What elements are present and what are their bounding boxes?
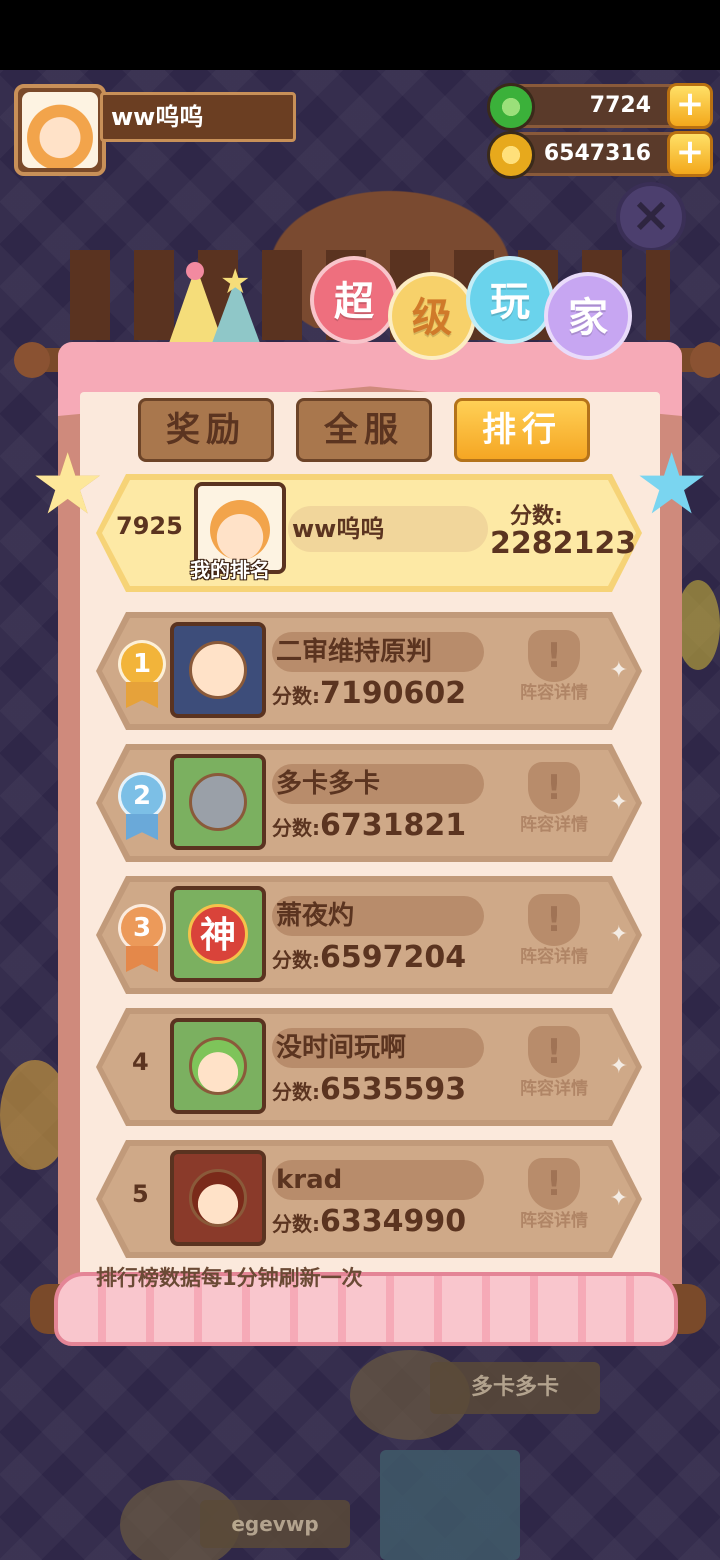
avatar-image — [189, 773, 247, 831]
add-gems-button[interactable]: + — [667, 83, 713, 129]
player-name: 萧夜灼 — [272, 896, 484, 936]
rank-number: 5 — [132, 1180, 149, 1208]
lineup-details-button[interactable]: ! 阵容详情 — [512, 630, 596, 710]
leaderboard-row: 3 神 萧夜灼 分数:6597204 ! 阵容详情 ✦ — [96, 876, 642, 994]
player-name: 多卡多卡 — [272, 764, 484, 804]
sparkle-icon: ✦ — [609, 1054, 628, 1079]
party-hat-pom — [186, 262, 204, 280]
sparkle-icon: ✦ — [609, 658, 628, 683]
score-line: 分数:6334990 — [272, 1204, 467, 1239]
player-avatar[interactable] — [170, 622, 266, 718]
rod-knob — [14, 342, 50, 378]
score-line: 分数:6597204 — [272, 940, 467, 975]
background-card — [380, 1450, 520, 1560]
title-char: 玩 — [466, 256, 554, 344]
exclamation-icon: ! — [528, 1026, 580, 1078]
avatar-image — [189, 641, 247, 699]
tab-ranking[interactable]: 排行 — [454, 398, 590, 462]
player-avatar[interactable] — [170, 1018, 266, 1114]
exclamation-icon: ! — [528, 894, 580, 946]
leaderboard-row: 5 krad 分数:6334990 ! 阵容详情 ✦ — [96, 1140, 642, 1258]
avatar-image — [22, 92, 98, 168]
tab-rewards[interactable]: 奖励 — [138, 398, 274, 462]
exclamation-icon: ! — [528, 630, 580, 682]
player-avatar[interactable] — [170, 754, 266, 850]
rod-knob — [690, 342, 720, 378]
close-icon[interactable]: × — [616, 182, 686, 252]
score-line: 分数:6731821 — [272, 808, 467, 843]
player-name: krad — [272, 1160, 484, 1200]
avatar-image — [189, 1037, 247, 1095]
sparkle-icon: ✦ — [609, 790, 628, 815]
star-icon: ★ — [634, 435, 710, 533]
leaderboard-row: 2 多卡多卡 分数:6731821 ! 阵容详情 ✦ — [96, 744, 642, 862]
leaderboard-row: 4 没时间玩啊 分数:6535593 ! 阵容详情 ✦ — [96, 1008, 642, 1126]
background-name-plate: 多卡多卡 — [430, 1362, 600, 1414]
player-avatar[interactable] — [14, 84, 106, 176]
player-name: ww呜呜 — [100, 92, 296, 142]
gem-counter: 7724 + — [487, 83, 713, 131]
lineup-details-button[interactable]: ! 阵容详情 — [512, 1026, 596, 1106]
my-rank-row: 7925 ww呜呜 我的排名 分数: 2282123 — [96, 474, 642, 592]
coin-icon — [487, 131, 535, 179]
sparkle-icon: ✦ — [609, 1186, 628, 1211]
status-bar — [0, 0, 720, 70]
my-rank-number: 7925 — [116, 512, 183, 540]
lineup-details-button[interactable]: ! 阵容详情 — [512, 762, 596, 842]
gem-value: 7724 — [589, 93, 651, 118]
avatar-badge: 神 — [188, 904, 248, 964]
coin-value: 6547316 — [543, 141, 651, 166]
exclamation-icon: ! — [528, 1158, 580, 1210]
rank-number: 4 — [132, 1048, 149, 1076]
title-char: 超 — [310, 256, 398, 344]
lineup-details-button[interactable]: ! 阵容详情 — [512, 1158, 596, 1238]
player-name: 没时间玩啊 — [272, 1028, 484, 1068]
star-icon: ★ — [220, 262, 251, 302]
lineup-details-button[interactable]: ! 阵容详情 — [512, 894, 596, 974]
score-line: 分数:7190602 — [272, 676, 467, 711]
bronze-medal-icon: 3 — [118, 904, 166, 952]
player-avatar[interactable] — [170, 1150, 266, 1246]
coin-counter: 6547316 + — [487, 131, 713, 179]
silver-medal-icon: 2 — [118, 772, 166, 820]
title-char: 家 — [544, 272, 632, 360]
avatar-image — [189, 1169, 247, 1227]
gem-icon — [487, 83, 535, 131]
my-name: ww呜呜 — [288, 506, 488, 552]
exclamation-icon: ! — [528, 762, 580, 814]
player-avatar[interactable]: 神 — [170, 886, 266, 982]
gold-medal-icon: 1 — [118, 640, 166, 688]
balloon-decoration — [676, 580, 720, 670]
my-rank-label: 我的排名 — [190, 558, 270, 582]
tab-server[interactable]: 全服 — [296, 398, 432, 462]
my-score: 2282123 — [490, 526, 637, 561]
player-name: 二审维持原判 — [272, 632, 484, 672]
sparkle-icon: ✦ — [609, 922, 628, 947]
add-coins-button[interactable]: + — [667, 131, 713, 177]
background-name-plate: egevwp — [200, 1500, 350, 1548]
score-line: 分数:6535593 — [272, 1072, 467, 1107]
title-char: 级 — [388, 272, 476, 360]
leaderboard-row: 1 二审维持原判 分数:7190602 ! 阵容详情 ✦ — [96, 612, 642, 730]
refresh-note: 排行榜数据每1分钟刷新一次 — [96, 1266, 363, 1290]
star-icon: ★ — [30, 435, 106, 533]
avatar-image — [210, 500, 270, 560]
